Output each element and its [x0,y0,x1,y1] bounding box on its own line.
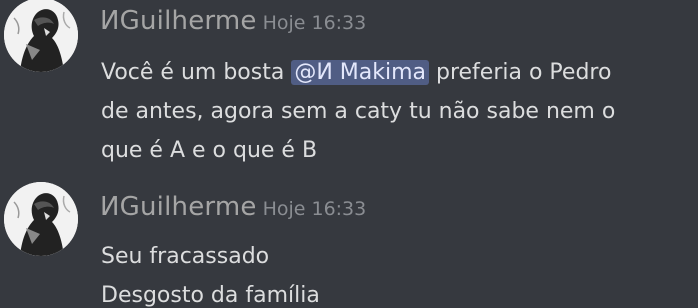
user-mention[interactable]: @И Makima [291,60,429,85]
message-header: ИGuilherme Hoje 16:33 [100,192,366,222]
username[interactable]: ИGuilherme [100,192,257,222]
manga-avatar-icon [4,0,78,72]
message-header: ИGuilherme Hoje 16:33 [100,6,366,36]
message-line: Você é um bosta @И Makima preferia o Ped… [101,53,681,92]
message-line: Seu fracassado [101,244,270,269]
timestamp: Hoje 16:33 [262,12,367,34]
timestamp: Hoje 16:33 [262,198,367,220]
username[interactable]: ИGuilherme [100,6,257,36]
message-line: que é A e o que é B [101,138,318,163]
message-content: Seu fracassado Desgosto da família [101,237,681,308]
message-content: Você é um bosta @И Makima preferia o Ped… [101,53,681,170]
chat-messages: ИGuilherme Hoje 16:33 Você é um bosta @И … [0,0,698,308]
manga-avatar-icon [4,182,78,256]
message-line: Desgosto da família [101,283,320,308]
message-line: de antes, agora sem a caty tu não sabe n… [101,99,616,124]
message-text: preferia o Pedro [429,60,612,85]
user-avatar[interactable] [4,0,78,72]
message-text: Você é um bosta [101,60,292,85]
user-avatar[interactable] [4,182,78,256]
